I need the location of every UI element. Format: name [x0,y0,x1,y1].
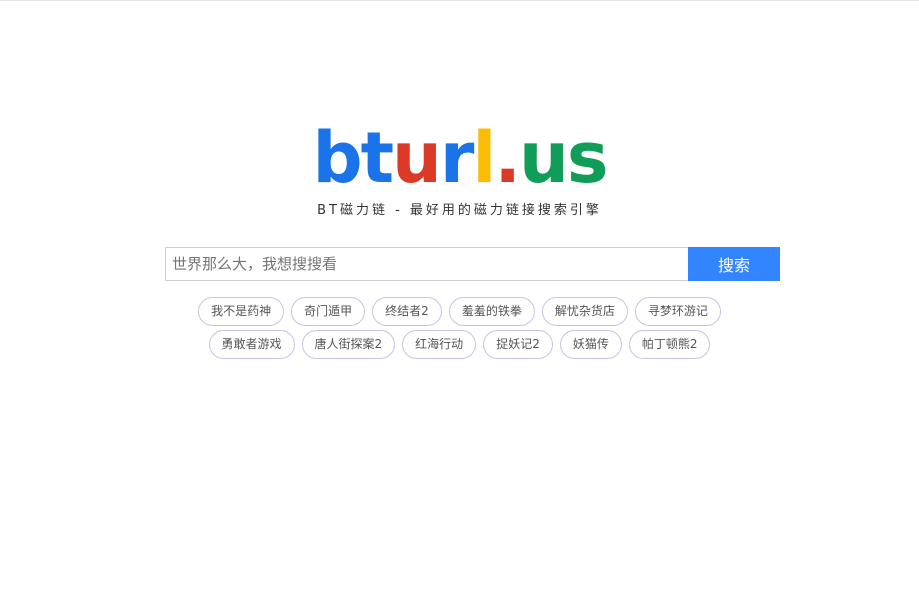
logo-letter: r [439,117,475,199]
hot-tag[interactable]: 妖猫传 [559,330,622,359]
hot-tag[interactable]: 寻梦环游记 [634,297,721,326]
hot-tag[interactable]: 终结者2 [372,297,442,326]
search-input[interactable] [165,247,688,281]
hot-tags-row-2: 勇敢者游戏 唐人街探案2 红海行动 捉妖记2 妖猫传 帕丁顿熊2 [0,330,919,359]
top-divider [0,0,919,1]
logo-letter: s [566,117,609,199]
logo-letter: u [392,117,442,199]
hot-tag[interactable]: 捉妖记2 [483,330,553,359]
search-button[interactable]: 搜索 [688,247,780,281]
hot-tag[interactable]: 帕丁顿熊2 [628,330,711,359]
page: bturl.us BT磁力链 - 最好用的磁力链接搜索引擎 搜索 我不是药神 奇… [0,0,919,600]
site-logo[interactable]: bturl.us [0,118,919,198]
site-tagline: BT磁力链 - 最好用的磁力链接搜索引擎 [317,203,602,218]
hot-tag[interactable]: 我不是药神 [198,297,285,326]
logo-letter: b [312,117,362,199]
logo-letter: u [519,117,569,199]
hot-tag[interactable]: 勇敢者游戏 [208,330,295,359]
hot-tag[interactable]: 唐人街探案2 [301,330,396,359]
hot-tag[interactable]: 解忧杂货店 [541,297,628,326]
hot-tag[interactable]: 红海行动 [402,330,477,359]
hot-tag[interactable]: 羞羞的铁拳 [448,297,535,326]
logo-letter: t [360,117,394,199]
hot-tags-row-1: 我不是药神 奇门遁甲 终结者2 羞羞的铁拳 解忧杂货店 寻梦环游记 [0,297,919,326]
logo-letter: l [472,117,496,199]
hot-tag[interactable]: 奇门遁甲 [291,297,366,326]
logo-letter: . [494,117,521,199]
search-bar: 搜索 [165,247,780,281]
